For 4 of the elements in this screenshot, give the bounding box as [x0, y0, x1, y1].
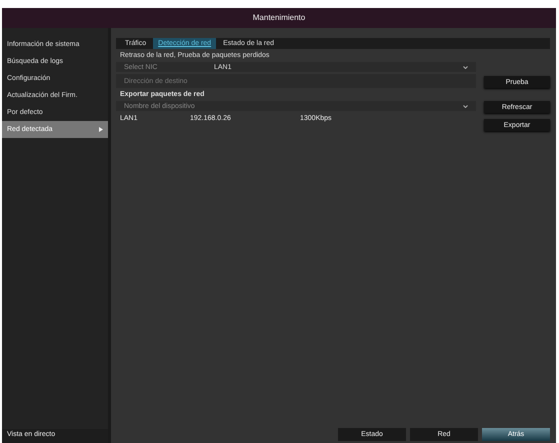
arrow-icon — [99, 127, 103, 132]
window-title: Mantenimiento — [2, 8, 556, 28]
caret-icon — [463, 104, 468, 108]
caret-icon — [463, 66, 468, 68]
